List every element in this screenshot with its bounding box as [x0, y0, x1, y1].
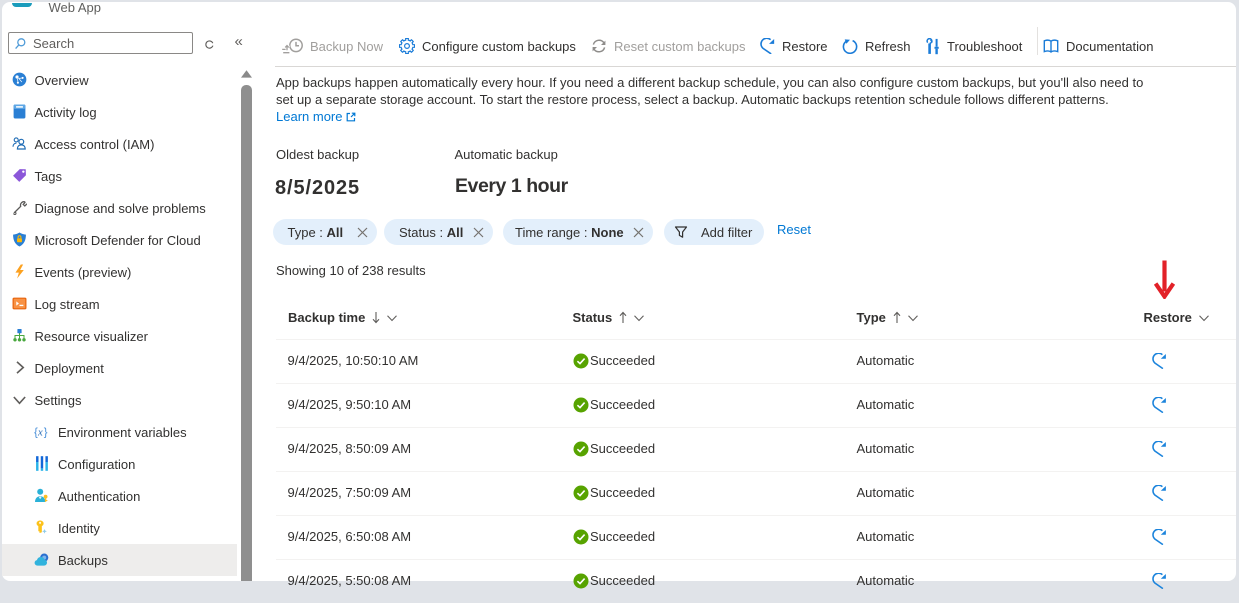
svg-text:}: }: [44, 426, 48, 438]
svg-text:x: x: [37, 427, 43, 438]
